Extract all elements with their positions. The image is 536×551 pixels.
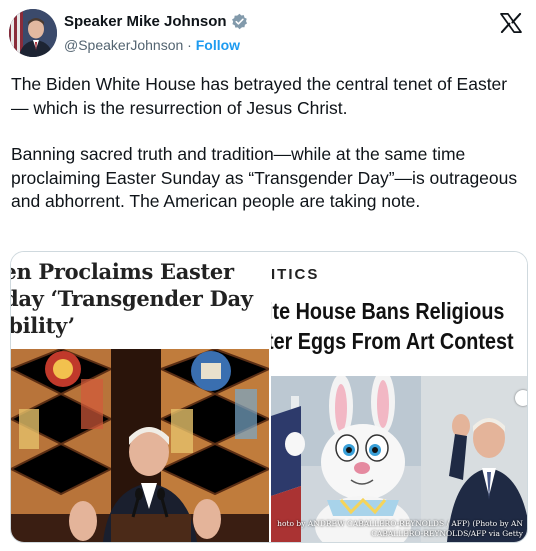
article-headline: ite House Bans Religious ter Eggs From A… (271, 298, 514, 354)
verified-badge-icon (231, 13, 247, 30)
media-next-button[interactable] (515, 390, 527, 406)
media-grid[interactable]: den Proclaims Easter nday ‘Transgender D… (10, 251, 528, 543)
tweet-header: Speaker Mike Johnson @SpeakerJohnson · F… (0, 0, 536, 66)
photo-credit: hoto by ANDREW CABALLERO-REYNOLDS / AFP)… (277, 519, 523, 538)
tweet-text: The Biden White House has betrayed the c… (11, 73, 523, 214)
x-logo-icon[interactable] (500, 13, 522, 33)
tweet-paragraph: The Biden White House has betrayed the c… (11, 74, 508, 118)
avatar[interactable] (9, 9, 57, 57)
biden-stained-glass-photo (11, 349, 269, 542)
section-label: ITICS (271, 266, 320, 283)
tweet-paragraph: Banning sacred truth and tradition—while… (11, 144, 518, 211)
handle-separator: · (183, 37, 196, 53)
author-handle[interactable]: @SpeakerJohnson (64, 37, 183, 53)
media-image-right[interactable]: ITICS ite House Bans Religious ter Eggs … (271, 252, 527, 542)
article-headline: den Proclaims Easter nday ‘Transgender D… (11, 259, 253, 338)
author-name[interactable]: Speaker Mike Johnson (64, 13, 227, 30)
handle-row: @SpeakerJohnson · Follow (64, 37, 240, 53)
follow-button[interactable]: Follow (196, 37, 240, 53)
easter-bunny-biden-photo (271, 376, 527, 542)
media-image-left[interactable]: den Proclaims Easter nday ‘Transgender D… (11, 252, 269, 542)
